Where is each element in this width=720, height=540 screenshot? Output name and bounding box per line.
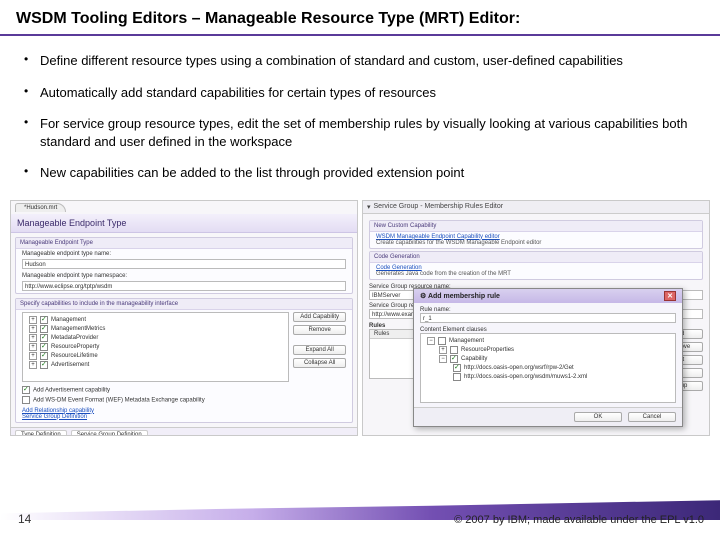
capability-tree[interactable]: + Management + ManagementMetrics + Metadata…	[22, 312, 289, 382]
expand-icon[interactable]: +	[29, 316, 37, 324]
view-title: Service Group - Membership Rules Editor	[374, 203, 504, 210]
option-label: Add WS-DM Event Format (WEF) Metadata Ex…	[33, 397, 205, 403]
section-capabilities: Specify capabilities to include in the m…	[15, 298, 353, 423]
screenshots-row: *Hudson.mrt Manageable Endpoint Type Man…	[0, 196, 720, 436]
expand-all-button[interactable]: Expand All	[293, 345, 346, 355]
expand-icon[interactable]: +	[29, 352, 37, 360]
section-desc: Generates Java code from the creation of…	[376, 271, 696, 277]
namespace-input[interactable]: http://www.eclipse.org/tptp/wsdm	[22, 281, 346, 291]
section-endpoint-type: Manageable Endpoint Type Manageable endp…	[15, 237, 353, 294]
expand-icon[interactable]: +	[29, 361, 37, 369]
bullet-item: New capabilities can be added to the lis…	[40, 164, 692, 182]
service-group-link[interactable]: Service Group Definition	[22, 414, 346, 420]
checkbox-icon[interactable]	[40, 325, 48, 333]
ok-button[interactable]: OK	[574, 412, 622, 422]
name-input[interactable]: Hudson	[22, 259, 346, 269]
editor-right-panel: ▾ Service Group - Membership Rules Edito…	[362, 200, 710, 436]
code-generation-link[interactable]: Code Generation	[376, 265, 422, 271]
copyright: © 2007 by IBM; made available under the …	[454, 514, 704, 526]
capability-item[interactable]: MetadataProvider	[51, 335, 98, 341]
checkbox-icon[interactable]	[40, 316, 48, 324]
capability-item[interactable]: Advertisement	[51, 362, 89, 368]
tree-node[interactable]: ResourceProperties	[461, 347, 514, 353]
slide-title: WSDM Tooling Editors – Manageable Resour…	[0, 0, 720, 36]
editor-tabstrip: *Hudson.mrt	[11, 201, 357, 214]
add-capability-button[interactable]: Add Capability	[293, 312, 346, 322]
checkbox-icon[interactable]	[438, 337, 446, 345]
capability-item[interactable]: Management	[51, 317, 86, 323]
chevron-down-icon[interactable]: ▾	[367, 203, 371, 211]
slide: WSDM Tooling Editors – Manageable Resour…	[0, 0, 720, 540]
expand-icon[interactable]: +	[29, 343, 37, 351]
section-title: Manageable Endpoint Type	[16, 238, 352, 249]
capability-item[interactable]: ManagementMetrics	[51, 326, 105, 332]
bottom-tabs: Type Definition Service Group Definition	[11, 427, 357, 436]
editor-left-panel: *Hudson.mrt Manageable Endpoint Type Man…	[10, 200, 358, 436]
page-number: 14	[18, 512, 31, 526]
checkbox-icon[interactable]	[22, 396, 30, 404]
capability-item[interactable]: ResourceProperty	[51, 344, 99, 350]
field-label: Manageable endpoint type name:	[22, 251, 346, 257]
cancel-button[interactable]: Cancel	[628, 412, 676, 422]
section-title: Specify capabilities to include in the m…	[16, 299, 352, 310]
expand-icon[interactable]: +	[29, 325, 37, 333]
checkbox-icon[interactable]	[450, 346, 458, 354]
clause-tree[interactable]: − Management + ResourceProperties − Capabil…	[420, 333, 676, 403]
expand-icon[interactable]: +	[439, 346, 447, 354]
checkbox-icon[interactable]	[40, 361, 48, 369]
collapse-icon[interactable]: −	[427, 337, 435, 345]
section-desc: Create capabilities for the WSDM Managea…	[376, 240, 696, 246]
checkbox-icon[interactable]	[453, 373, 461, 381]
bullet-item: Define different resource types using a …	[40, 52, 692, 70]
dialog-title: Add membership rule	[428, 293, 500, 300]
add-membership-dialog: ⚙ Add membership rule ✕ Rule name: r_1 C…	[413, 288, 683, 427]
collapse-all-button[interactable]: Collapse All	[293, 358, 346, 368]
checkbox-icon[interactable]	[40, 343, 48, 351]
tree-leaf[interactable]: http://docs.oasis-open.org/wsrf/rpw-2/Ge…	[464, 365, 574, 371]
section-title: New Custom Capability	[370, 221, 702, 232]
checkbox-icon[interactable]	[450, 355, 458, 363]
tree-node[interactable]: Capability	[461, 356, 487, 362]
tree-leaf[interactable]: http://docs.oasis-open.org/wsdm/muws1-2.…	[464, 374, 587, 380]
section-title: Code Generation	[370, 252, 702, 263]
bullet-item: Automatically add standard capabilities …	[40, 84, 692, 102]
checkbox-icon[interactable]	[40, 334, 48, 342]
tree-node[interactable]: Management	[449, 338, 484, 344]
editor-header: Manageable Endpoint Type	[11, 214, 357, 233]
capability-item[interactable]: ResourceLifetime	[51, 353, 98, 359]
close-icon[interactable]: ✕	[664, 291, 676, 301]
capability-editor-link[interactable]: WSDM Manageable Endpoint Capability edit…	[376, 234, 500, 240]
bullet-item: For service group resource types, edit t…	[40, 115, 692, 150]
checkbox-icon[interactable]	[40, 352, 48, 360]
field-label: Manageable endpoint type namespace:	[22, 273, 346, 279]
tab-type-definition[interactable]: Type Definition	[15, 430, 67, 436]
remove-button[interactable]: Remove	[293, 325, 346, 335]
collapse-icon[interactable]: −	[439, 355, 447, 363]
footer: 14 © 2007 by IBM; made available under t…	[0, 496, 720, 540]
checkbox-icon[interactable]	[22, 386, 30, 394]
expand-icon[interactable]: +	[29, 334, 37, 342]
checkbox-icon[interactable]	[453, 364, 461, 372]
editor-tab[interactable]: *Hudson.mrt	[15, 203, 66, 212]
rulename-input[interactable]: r_1	[420, 313, 676, 323]
bullet-list: Define different resource types using a …	[0, 46, 720, 182]
option-label: Add Advertisement capability	[33, 387, 110, 393]
tab-service-group[interactable]: Service Group Definition	[71, 430, 148, 436]
